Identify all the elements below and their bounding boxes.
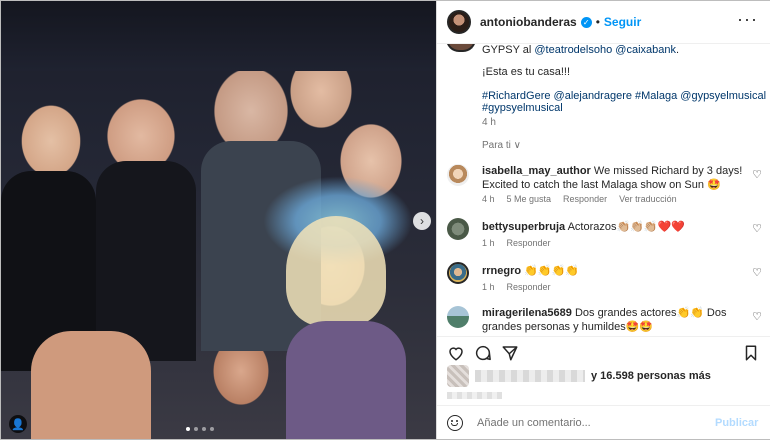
post-header: antoniobanderas ✓ • Seguir ··· — [437, 1, 770, 44]
heart-icon[interactable]: ♡ — [752, 168, 762, 181]
caption-line: GYPSY al @teatrodelsoho @caixabank. — [482, 44, 679, 56]
translate-button[interactable]: Ver traducción — [619, 194, 677, 204]
separator: • — [595, 15, 600, 29]
comment-time: 4 h — [482, 194, 495, 204]
comment-time: 1 h — [482, 238, 495, 248]
comment-body: 👏👏👏👏 — [521, 265, 579, 277]
photo-figure — [286, 216, 386, 326]
caption-avatar[interactable] — [446, 44, 476, 52]
comment-text: rrnegro 👏👏👏👏 — [482, 264, 744, 278]
carousel-dot — [210, 427, 214, 431]
verified-icon: ✓ — [580, 16, 592, 28]
caption-text: . — [675, 44, 680, 56]
comment-body: Actorazos👏🏼👏🏼👏🏼❤️❤️ — [565, 221, 685, 233]
hashtag-line[interactable]: #RichardGere @alejandragere #Malaga @gyp… — [482, 90, 766, 102]
comment-input[interactable] — [475, 416, 709, 430]
comment-meta: 1 h Responder — [482, 282, 551, 292]
add-comment-bar: Publicar — [437, 405, 770, 440]
comment-username[interactable]: miragerilena5689 — [482, 307, 572, 319]
carousel-dot — [186, 427, 190, 431]
comments-scroll[interactable]: GYPSY al @teatrodelsoho @caixabank. ¡Est… — [437, 44, 770, 334]
para-ti-label[interactable]: Para ti ∨ — [482, 140, 521, 151]
comment-text: bettysuperbruja Actorazos👏🏼👏🏼👏🏼❤️❤️ — [482, 220, 744, 234]
comment-meta: 4 h 5 Me gusta Responder Ver traducción — [482, 194, 677, 204]
carousel-dot — [194, 427, 198, 431]
reply-button[interactable]: Responder — [507, 282, 551, 292]
heart-icon[interactable]: ♡ — [752, 266, 762, 279]
comment-likes[interactable]: 5 Me gusta — [507, 194, 552, 204]
follow-button[interactable]: Seguir — [604, 15, 641, 29]
comment-text: miragerilena5689 Dos grandes actores👏👏 D… — [482, 306, 744, 334]
carousel-dots — [186, 427, 214, 431]
comment-avatar[interactable] — [447, 218, 469, 240]
comment-username[interactable]: rrnegro — [482, 265, 521, 277]
caption-line: ¡Esta es tu casa!!! — [482, 66, 571, 78]
bookmark-icon[interactable] — [742, 344, 760, 362]
photo-background — [1, 1, 436, 71]
comment-username[interactable]: bettysuperbruja — [482, 221, 565, 233]
liker-name — [475, 370, 585, 382]
carousel-dot — [202, 427, 206, 431]
mention-link[interactable]: @teatrodelsoho — [534, 44, 612, 56]
action-bar — [437, 336, 770, 367]
caption-time: 4 h — [482, 117, 496, 128]
comment-avatar[interactable] — [447, 262, 469, 284]
photo-figure — [286, 321, 406, 439]
heart-icon[interactable]: ♡ — [752, 222, 762, 235]
reply-button[interactable]: Responder — [563, 194, 607, 204]
author-avatar[interactable] — [447, 10, 471, 34]
comment-meta: 1 h Responder — [482, 238, 551, 248]
likes-count[interactable]: y 16.598 personas más — [591, 370, 711, 382]
post-sidebar: antoniobanderas ✓ • Seguir ··· GYPSY al … — [436, 1, 770, 439]
emoji-icon[interactable] — [447, 415, 463, 431]
comment-avatar[interactable] — [447, 306, 469, 328]
hashtag-line[interactable]: #gypsyelmusical — [482, 102, 563, 114]
heart-icon[interactable]: ♡ — [752, 310, 762, 323]
tagged-users-icon[interactable]: 👤 — [9, 415, 27, 433]
photo-figure — [31, 331, 151, 439]
comment-text: isabella_may_author We missed Richard by… — [482, 164, 744, 192]
heart-icon[interactable] — [447, 344, 465, 362]
author-username[interactable]: antoniobanderas — [480, 15, 577, 29]
comment-avatar[interactable] — [447, 164, 469, 186]
comment-icon[interactable] — [474, 344, 492, 362]
likes-row[interactable]: y 16.598 personas más — [447, 365, 767, 387]
caption-text: GYPSY al — [482, 44, 535, 56]
post-date — [447, 392, 502, 399]
mention-link[interactable]: @caixabank — [615, 44, 676, 56]
comment-username[interactable]: isabella_may_author — [482, 165, 591, 177]
next-photo-button[interactable]: › — [413, 212, 431, 230]
share-icon[interactable] — [501, 344, 519, 362]
liker-avatar — [447, 365, 469, 387]
post-photo[interactable]: › 👤 — [1, 1, 436, 439]
comment-time: 1 h — [482, 282, 495, 292]
more-icon[interactable]: ··· — [737, 10, 758, 28]
reply-button[interactable]: Responder — [507, 238, 551, 248]
publish-button[interactable]: Publicar — [715, 417, 758, 429]
